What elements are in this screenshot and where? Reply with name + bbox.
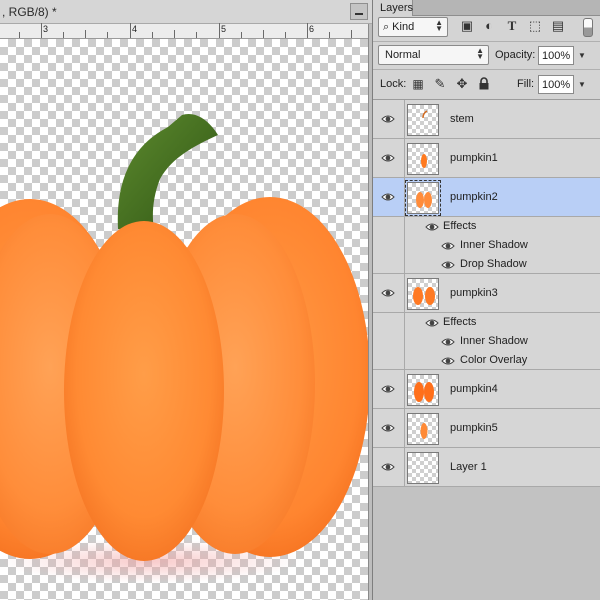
eye-icon[interactable] (381, 286, 395, 300)
ruler-label: 5 (221, 24, 227, 34)
layer-row-pumpkin4[interactable]: pumpkin4 (373, 370, 600, 409)
layer-name[interactable]: pumpkin3 (450, 287, 498, 299)
blend-mode-dropdown[interactable]: Normal ▲ ▼ (378, 45, 489, 65)
eye-icon[interactable] (441, 335, 455, 349)
chevron-down-icon[interactable]: ▼ (576, 46, 588, 65)
kind-filter-dropdown[interactable]: ⌕ Kind ▲ ▼ (378, 17, 448, 37)
layer-thumbnail (405, 180, 441, 216)
document-window: , RGB/8) * 3 4 5 6 (0, 0, 372, 600)
ruler-label: 4 (132, 24, 138, 34)
lock-all-icon[interactable] (477, 77, 491, 91)
kind-filter-label: Kind (392, 21, 415, 33)
adjustment-filter-icon[interactable]: ◐ (482, 19, 496, 33)
layer-row-layer-1[interactable]: Layer 1 (373, 448, 600, 487)
effect-item[interactable]: Inner Shadow (373, 236, 600, 255)
layer-row-pumpkin2[interactable]: pumpkin2 (373, 178, 600, 217)
eye-icon[interactable] (441, 354, 455, 368)
effects-label: Effects (443, 316, 477, 328)
effect-item[interactable]: Drop Shadow (373, 255, 600, 274)
eye-icon[interactable] (381, 112, 395, 126)
layer-name[interactable]: Layer 1 (450, 461, 487, 473)
eye-icon[interactable] (381, 460, 395, 474)
image-filter-icon[interactable]: ▣ (460, 19, 474, 33)
effect-name: Color Overlay (460, 354, 528, 366)
layer-name[interactable]: pumpkin1 (450, 152, 498, 164)
panel-tab-bar: Layers (373, 0, 600, 16)
minimize-button[interactable] (350, 3, 368, 20)
layer-row-stem[interactable]: stem (373, 100, 600, 139)
eye-icon[interactable] (425, 316, 439, 330)
layer-thumbnail (407, 143, 439, 175)
ruler-label: 3 (43, 24, 49, 34)
lock-position-move-icon[interactable]: ✥ (455, 77, 469, 91)
filter-toggle-switch[interactable] (583, 18, 593, 37)
layer-name[interactable]: pumpkin4 (450, 383, 498, 395)
lock-pixels-brush-icon[interactable]: ✎ (433, 77, 447, 91)
shape-filter-icon[interactable]: ⬚ (528, 19, 542, 33)
layer-name[interactable]: stem (450, 113, 474, 125)
type-filter-icon[interactable]: T (505, 19, 519, 33)
pumpkin-artwork (0, 113, 370, 583)
opacity-label: Opacity: (495, 49, 536, 61)
lock-label: Lock: (380, 78, 407, 90)
layers-list: stem pumpkin1 pumpkin2 Effects Inner Sha… (373, 99, 600, 487)
effect-name: Inner Shadow (460, 239, 528, 251)
layer-name[interactable]: pumpkin2 (450, 191, 498, 203)
canvas[interactable] (0, 39, 372, 600)
lock-row: Lock: ▦ ✎ ✥ Fill: 100% ▼ (373, 69, 600, 97)
layer-thumbnail (407, 374, 439, 406)
layer-row-pumpkin3[interactable]: pumpkin3 (373, 274, 600, 313)
effect-name: Drop Shadow (460, 258, 527, 270)
layer-thumbnail (407, 104, 439, 136)
tab-layers[interactable]: Layers (373, 0, 413, 16)
chevron-updown-icon: ▲ ▼ (435, 18, 443, 33)
effects-group[interactable]: Effects (373, 217, 600, 236)
chevron-down-icon[interactable]: ▼ (576, 75, 588, 94)
layer-name[interactable]: pumpkin5 (450, 422, 498, 434)
effects-group[interactable]: Effects (373, 313, 600, 332)
search-icon: ⌕ (383, 21, 390, 33)
eye-icon[interactable] (381, 382, 395, 396)
layer-thumbnail (407, 452, 439, 484)
layer-thumbnail (407, 278, 439, 310)
document-tab[interactable]: , RGB/8) * (0, 0, 372, 24)
eye-icon[interactable] (425, 220, 439, 234)
eye-icon[interactable] (441, 239, 455, 253)
eye-icon[interactable] (381, 421, 395, 435)
fill-field[interactable]: 100% (538, 75, 574, 94)
ruler-label: 6 (309, 24, 315, 34)
layer-row-pumpkin1[interactable]: pumpkin1 (373, 139, 600, 178)
effects-label: Effects (443, 220, 477, 232)
effect-name: Inner Shadow (460, 335, 528, 347)
opacity-field[interactable]: 100% (538, 46, 574, 65)
chevron-updown-icon: ▲ ▼ (476, 46, 484, 61)
layers-empty-area (373, 487, 600, 600)
eye-icon[interactable] (381, 190, 395, 204)
blend-mode-value: Normal (385, 49, 421, 61)
horizontal-ruler[interactable]: 3 4 5 6 (0, 23, 372, 39)
fill-label: Fill: (517, 78, 535, 90)
layers-panel: Layers ⌕ Kind ▲ ▼ ▣ ◐ T ⬚ ▤ Normal ▲ ▼ Opac… (372, 0, 600, 600)
document-tab-title: , RGB/8) * (2, 5, 57, 19)
effect-item[interactable]: Color Overlay (373, 351, 600, 370)
blend-row: Normal ▲ ▼ Opacity: 100% ▼ (373, 41, 600, 67)
effect-item[interactable]: Inner Shadow (373, 332, 600, 351)
layer-row-pumpkin5[interactable]: pumpkin5 (373, 409, 600, 448)
smart-object-filter-icon[interactable]: ▤ (551, 19, 565, 33)
layer-filter-bar: ⌕ Kind ▲ ▼ ▣ ◐ T ⬚ ▤ (373, 16, 600, 40)
eye-icon[interactable] (441, 258, 455, 272)
eye-icon[interactable] (381, 151, 395, 165)
lock-transparency-icon[interactable]: ▦ (411, 77, 425, 91)
layer-thumbnail (407, 413, 439, 445)
